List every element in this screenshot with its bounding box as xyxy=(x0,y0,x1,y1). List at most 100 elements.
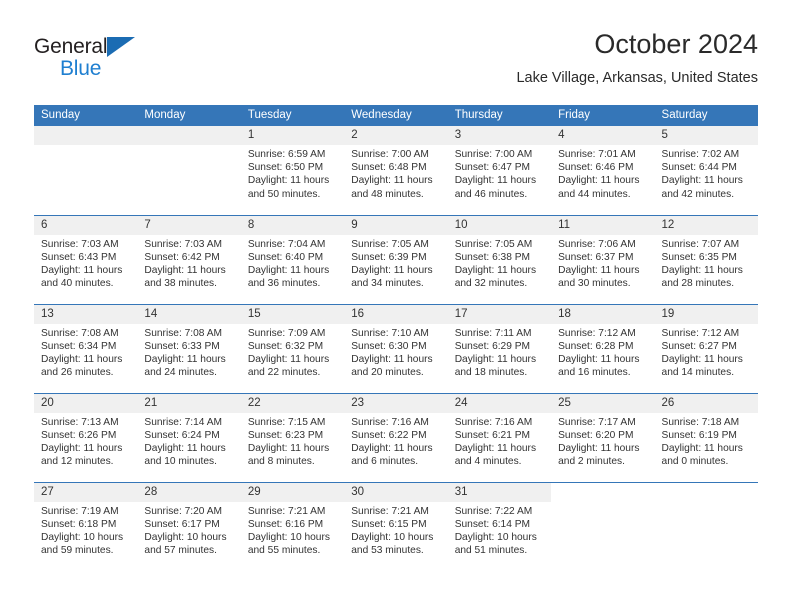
sunrise-text: Sunrise: 7:20 AM xyxy=(144,505,223,517)
day-details: Sunrise: 7:15 AM Sunset: 6:23 PM Daylight:… xyxy=(241,413,344,469)
daylight-text-line2: and 36 minutes. xyxy=(247,278,321,290)
calendar-day-cell[interactable]: 23 Sunrise: 7:16 AM Sunset: 6:22 PM Dayligh… xyxy=(344,392,448,482)
daylight-text-line1: Daylight: 11 hours xyxy=(454,353,537,365)
calendar-day-cell[interactable]: 2 Sunrise: 7:00 AM Sunset: 6:48 PM Daylight… xyxy=(344,126,448,215)
day-details: Sunrise: 7:03 AM Sunset: 6:43 PM Daylight:… xyxy=(34,235,137,291)
daylight-text-line1: Daylight: 10 hours xyxy=(144,531,227,543)
daylight-text-line2: and 46 minutes. xyxy=(454,188,528,200)
daylight-text-line2: and 59 minutes. xyxy=(41,545,114,557)
day-details: Sunrise: 7:00 AM Sunset: 6:47 PM Daylight:… xyxy=(448,145,551,201)
daylight-text-line1: Daylight: 11 hours xyxy=(454,175,537,187)
day-details: Sunrise: 7:13 AM Sunset: 6:26 PM Daylight:… xyxy=(34,413,137,469)
daylight-text-line1: Daylight: 11 hours xyxy=(144,442,226,454)
calendar-day-cell[interactable]: 3 Sunrise: 7:00 AM Sunset: 6:47 PM Daylight… xyxy=(447,126,552,215)
day-details: Sunrise: 7:14 AM Sunset: 6:24 PM Daylight:… xyxy=(137,413,240,469)
calendar-day-cell[interactable]: 14 Sunrise: 7:08 AM Sunset: 6:33 PM Dayligh… xyxy=(137,303,241,393)
sunset-text: Sunset: 6:47 PM xyxy=(454,162,531,174)
calendar-day-cell[interactable]: 11 Sunrise: 7:06 AM Sunset: 6:37 PM Dayligh… xyxy=(551,214,655,304)
sunset-text: Sunset: 6:43 PM xyxy=(41,251,117,263)
day-details: Sunrise: 7:21 AM Sunset: 6:16 PM Daylight:… xyxy=(241,502,344,558)
calendar-day-cell[interactable]: 12 Sunrise: 7:07 AM Sunset: 6:35 PM Dayligh… xyxy=(654,214,758,304)
calendar-day-cell[interactable]: 4 Sunrise: 7:01 AM Sunset: 6:46 PM Daylight… xyxy=(551,126,655,215)
calendar-day-cell[interactable]: 13 Sunrise: 7:08 AM Sunset: 6:34 PM Dayligh… xyxy=(34,303,138,393)
day-number: 31 xyxy=(447,482,552,502)
sunset-text: Sunset: 6:35 PM xyxy=(661,251,737,263)
calendar-day-cell[interactable]: 25 Sunrise: 7:17 AM Sunset: 6:20 PM Dayligh… xyxy=(551,392,655,482)
calendar-day-cell[interactable]: 26 Sunrise: 7:18 AM Sunset: 6:19 PM Dayligh… xyxy=(654,392,758,482)
calendar-day-cell[interactable]: 29 Sunrise: 7:21 AM Sunset: 6:16 PM Dayligh… xyxy=(240,481,345,571)
daylight-text-line1: Daylight: 11 hours xyxy=(351,175,433,187)
daylight-text-line2: and 26 minutes. xyxy=(41,367,114,379)
calendar-day-cell[interactable]: 6 Sunrise: 7:03 AM Sunset: 6:43 PM Daylight… xyxy=(34,214,138,304)
day-number xyxy=(655,483,758,502)
daylight-text-line1: Daylight: 10 hours xyxy=(351,531,434,543)
daylight-text-line1: Daylight: 11 hours xyxy=(144,353,226,365)
day-details: Sunrise: 7:21 AM Sunset: 6:15 PM Daylight:… xyxy=(344,502,447,558)
calendar-week-row: 1 Sunrise: 6:59 AM Sunset: 6:50 PM Daylight… xyxy=(34,126,758,215)
day-details: Sunrise: 7:10 AM Sunset: 6:30 PM Daylight:… xyxy=(344,324,447,380)
sunset-text: Sunset: 6:29 PM xyxy=(454,340,531,352)
sunset-text: Sunset: 6:17 PM xyxy=(144,518,220,530)
calendar-day-cell[interactable]: 17 Sunrise: 7:11 AM Sunset: 6:29 PM Dayligh… xyxy=(447,303,552,393)
sunrise-text: Sunrise: 7:21 AM xyxy=(351,505,429,517)
daylight-text-line1: Daylight: 11 hours xyxy=(351,264,433,276)
day-number xyxy=(551,483,654,502)
daylight-text-line2: and 28 minutes. xyxy=(661,278,735,290)
calendar-day-cell[interactable]: 1 Sunrise: 6:59 AM Sunset: 6:50 PM Daylight… xyxy=(240,126,345,215)
daylight-text-line1: Daylight: 11 hours xyxy=(558,175,640,187)
calendar-day-cell[interactable]: 20 Sunrise: 7:13 AM Sunset: 6:26 PM Dayligh… xyxy=(34,392,138,482)
day-number: 3 xyxy=(447,126,552,145)
day-details: Sunrise: 7:00 AM Sunset: 6:48 PM Daylight:… xyxy=(344,145,447,201)
calendar-day-cell[interactable]: 10 Sunrise: 7:05 AM Sunset: 6:38 PM Dayligh… xyxy=(447,214,552,304)
calendar-day-cell[interactable]: 19 Sunrise: 7:12 AM Sunset: 6:27 PM Dayligh… xyxy=(654,303,758,393)
calendar-day-cell[interactable]: 28 Sunrise: 7:20 AM Sunset: 6:17 PM Dayligh… xyxy=(137,481,241,571)
sunset-text: Sunset: 6:16 PM xyxy=(247,518,324,530)
day-number: 25 xyxy=(551,393,655,413)
daylight-text-line2: and 6 minutes. xyxy=(351,456,419,468)
calendar-day-cell[interactable]: 16 Sunrise: 7:10 AM Sunset: 6:30 PM Dayligh… xyxy=(344,303,448,393)
calendar-day-cell[interactable]: 22 Sunrise: 7:15 AM Sunset: 6:23 PM Dayligh… xyxy=(240,392,345,482)
sunset-text: Sunset: 6:24 PM xyxy=(144,429,220,441)
daylight-text-line2: and 53 minutes. xyxy=(351,545,424,557)
day-number: 1 xyxy=(240,126,345,145)
calendar-day-cell[interactable]: 15 Sunrise: 7:09 AM Sunset: 6:32 PM Dayligh… xyxy=(240,303,345,393)
daylight-text-line2: and 24 minutes. xyxy=(144,367,217,379)
daylight-text-line2: and 57 minutes. xyxy=(144,545,217,557)
daylight-text-line1: Daylight: 11 hours xyxy=(144,264,226,276)
day-details: Sunrise: 7:01 AM Sunset: 6:46 PM Daylight:… xyxy=(551,145,654,201)
daylight-text-line1: Daylight: 11 hours xyxy=(661,442,743,454)
daylight-text-line2: and 30 minutes. xyxy=(558,278,631,290)
calendar-day-cell[interactable]: 5 Sunrise: 7:02 AM Sunset: 6:44 PM Daylight… xyxy=(654,126,758,215)
calendar-day-cell[interactable]: 21 Sunrise: 7:14 AM Sunset: 6:24 PM Dayligh… xyxy=(137,392,241,482)
calendar-day-cell[interactable]: 7 Sunrise: 7:03 AM Sunset: 6:42 PM Daylight… xyxy=(137,214,241,304)
weekday-header-wednesday: Wednesday xyxy=(344,105,448,126)
calendar-day-cell[interactable]: 8 Sunrise: 7:04 AM Sunset: 6:40 PM Daylight… xyxy=(240,214,345,304)
calendar-week-row: 13 Sunrise: 7:08 AM Sunset: 6:34 PM Dayligh… xyxy=(34,303,758,393)
calendar-day-cell[interactable]: 31 Sunrise: 7:22 AM Sunset: 6:14 PM Dayligh… xyxy=(447,481,552,571)
calendar-day-cell[interactable]: 9 Sunrise: 7:05 AM Sunset: 6:39 PM Daylight… xyxy=(344,214,448,304)
sunrise-text: Sunrise: 7:17 AM xyxy=(558,416,636,428)
day-details: Sunrise: 6:59 AM Sunset: 6:50 PM Daylight:… xyxy=(241,145,344,201)
sunrise-text: Sunrise: 7:08 AM xyxy=(144,327,223,339)
daylight-text-line1: Daylight: 11 hours xyxy=(351,442,433,454)
calendar-day-cell-empty xyxy=(654,481,758,571)
calendar-day-cell[interactable]: 27 Sunrise: 7:19 AM Sunset: 6:18 PM Dayligh… xyxy=(34,481,138,571)
daylight-text-line2: and 34 minutes. xyxy=(351,278,424,290)
day-number: 21 xyxy=(137,393,241,413)
daylight-text-line2: and 44 minutes. xyxy=(558,188,631,200)
daylight-text-line2: and 4 minutes. xyxy=(454,456,522,468)
daylight-text-line2: and 51 minutes. xyxy=(454,545,528,557)
calendar-day-cell[interactable]: 18 Sunrise: 7:12 AM Sunset: 6:28 PM Dayligh… xyxy=(551,303,655,393)
calendar-day-cell[interactable]: 30 Sunrise: 7:21 AM Sunset: 6:15 PM Dayligh… xyxy=(344,481,448,571)
day-number: 23 xyxy=(344,393,448,413)
sunset-text: Sunset: 6:32 PM xyxy=(247,340,324,352)
day-number: 18 xyxy=(551,304,655,324)
day-details: Sunrise: 7:08 AM Sunset: 6:33 PM Daylight:… xyxy=(137,324,240,380)
weekday-header-friday: Friday xyxy=(551,105,655,126)
day-details: Sunrise: 7:09 AM Sunset: 6:32 PM Daylight:… xyxy=(241,324,344,380)
calendar-day-cell[interactable]: 24 Sunrise: 7:16 AM Sunset: 6:21 PM Dayligh… xyxy=(447,392,552,482)
sunrise-text: Sunrise: 6:59 AM xyxy=(247,149,326,160)
day-details: Sunrise: 7:05 AM Sunset: 6:38 PM Daylight:… xyxy=(448,235,551,291)
day-number: 11 xyxy=(551,215,655,235)
day-details: Sunrise: 7:04 AM Sunset: 6:40 PM Daylight:… xyxy=(241,235,344,291)
